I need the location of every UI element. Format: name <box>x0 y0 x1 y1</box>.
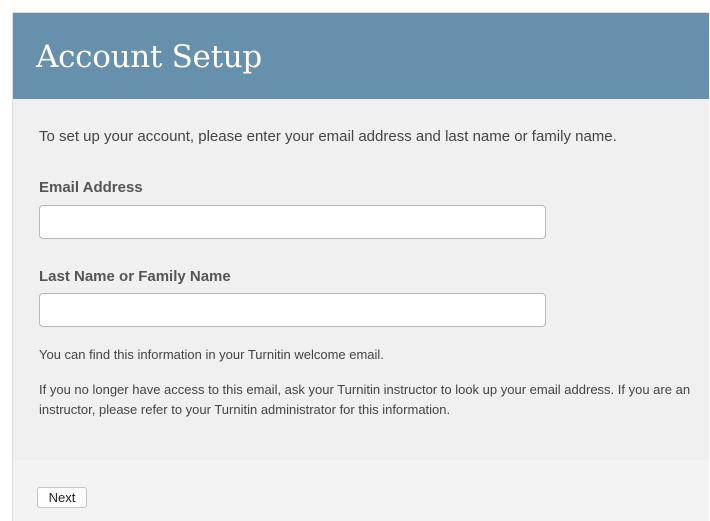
account-setup-panel: Account Setup To set up your account, pl… <box>12 12 709 521</box>
page-title: Account Setup <box>36 39 262 75</box>
next-button[interactable]: Next <box>37 487 87 508</box>
last-name-label: Last Name or Family Name <box>39 268 231 285</box>
last-name-field[interactable] <box>39 293 546 327</box>
help-text-welcome-email: You can find this information in your Tu… <box>39 347 384 362</box>
email-label: Email Address <box>39 179 143 196</box>
email-field[interactable] <box>39 205 546 239</box>
page: Account Setup To set up your account, pl… <box>0 0 710 521</box>
form-footer: Next <box>13 460 709 521</box>
intro-text: To set up your account, please enter you… <box>39 128 617 145</box>
help-text-no-access: If you no longer have access to this ema… <box>39 382 691 417</box>
header-bar: Account Setup <box>13 13 709 99</box>
